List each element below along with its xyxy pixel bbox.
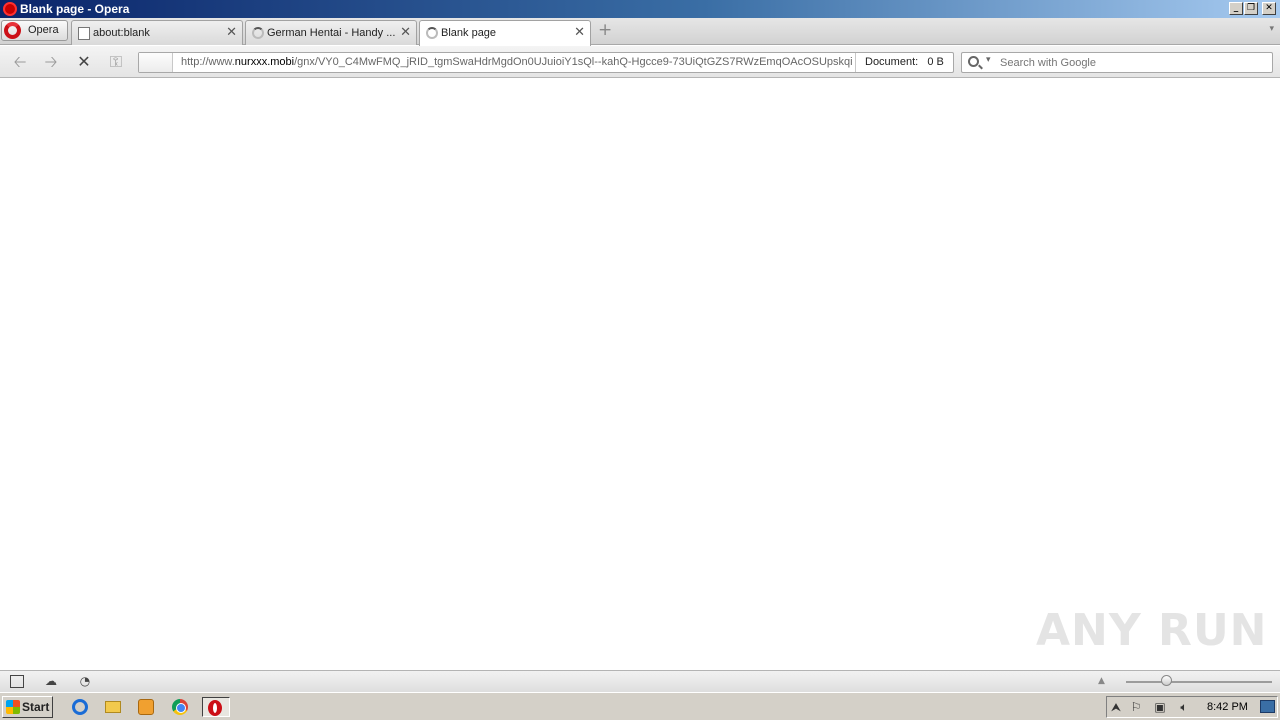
panel-toggle-icon[interactable] [10,675,24,688]
volume-speaker-icon[interactable]: 🔈︎ [1177,700,1191,714]
speed-dial-gauge-icon[interactable]: ◔ [78,675,92,688]
media-player-icon [138,699,154,715]
start-label: Start [22,700,50,714]
taskbar-internet-explorer[interactable] [69,697,91,717]
document-label: Document: [865,56,919,68]
action-center-flag-icon[interactable]: ⚐ [1129,700,1143,714]
windows-logo-icon [6,700,20,714]
taskbar-chrome[interactable] [169,697,191,717]
navigation-bar: 🡠 🡢 ✕ ⚿ http://www.nurxxx.mobi/gnx/VY0_C… [0,46,1280,78]
page-content [0,79,1280,670]
taskbar-file-explorer[interactable] [102,697,124,717]
tab-close-icon[interactable]: ✕ [574,25,585,40]
document-size-value: 0 B [927,56,944,68]
opera-menu-button[interactable]: Opera [1,20,68,41]
tab-close-icon[interactable]: ✕ [400,25,411,40]
start-button[interactable]: Start [2,696,53,718]
ie-icon [72,699,88,715]
loading-spinner-icon [426,27,438,39]
url-path: /gnx/VY0_C4MwFMQ_jRID_tgmSwaHdrMgdOn0UJu… [294,56,853,68]
tab-menu-chevron-icon[interactable]: ▾ [1269,24,1274,34]
network-icon[interactable]: ▣ [1153,700,1167,714]
search-box[interactable]: ▾ [961,52,1273,73]
taskbar-opera[interactable] [202,697,230,717]
opera-unite-cloud-icon[interactable]: ☁ [44,675,58,688]
system-tray: ⮝ ⚐ ▣ 🔈︎ 8:42 PM [1106,696,1278,718]
opera-logo-icon [4,22,21,39]
tab-label: about:blank [93,27,150,39]
key-wand-icon[interactable]: ⚿ [106,52,126,72]
tab-label: German Hentai - Handy ... [267,27,396,39]
show-desktop-icon[interactable] [1260,700,1275,713]
folder-icon [105,701,121,713]
tab-label: Blank page [441,27,497,39]
url-scheme: http://www. [181,56,235,68]
zoom-slider-knob[interactable] [1161,675,1173,686]
site-info-badge[interactable] [139,53,173,72]
taskbar-media-player[interactable] [135,697,157,717]
anyrun-watermark: ANY RUN [1036,605,1268,656]
search-input[interactable] [1000,54,1268,71]
zoom-slider-track[interactable] [1126,681,1272,683]
close-window-button[interactable]: ✕ [1262,2,1276,15]
tab-german-hentai[interactable]: German Hentai - Handy ... ✕ [245,20,417,45]
zoom-up-arrow-icon[interactable]: ▲ [1098,676,1105,686]
back-arrow-icon[interactable]: 🡠 [10,52,30,72]
tab-about-blank[interactable]: about:blank ✕ [71,20,243,45]
window-title: Blank page - Opera [20,2,130,16]
search-engine-dropdown-icon[interactable]: ▾ [986,55,991,65]
tab-close-icon[interactable]: ✕ [226,25,237,40]
window-title-bar[interactable]: Blank page - Opera _ ❐ ✕ [0,0,1280,18]
status-bar: ☁ ◔ ▲ [0,670,1280,692]
chrome-icon [172,699,188,715]
minimize-button[interactable]: _ [1229,2,1243,15]
tab-blank-page[interactable]: Blank page ✕ [419,20,591,46]
loading-spinner-icon [252,27,264,39]
opera-icon [208,700,222,716]
opera-menu-label: Opera [28,24,59,36]
stop-loading-icon[interactable]: ✕ [74,52,94,72]
tray-expand-icon[interactable]: ⮝ [1109,700,1123,714]
search-icon [968,56,979,67]
url-host: nurxxx.mobi [234,56,295,68]
document-size-indicator: Document: 0 B [855,53,953,72]
windows-taskbar: Start ⮝ ⚐ ▣ 🔈︎ 8:42 PM [0,692,1280,720]
restore-button[interactable]: ❐ [1244,2,1258,15]
tab-bar: Opera about:blank ✕ German Hentai - Hand… [0,18,1280,46]
address-field[interactable]: http://www.nurxxx.mobi/gnx/VY0_C4MwFMQ_j… [138,52,954,73]
new-tab-plus-icon[interactable]: + [598,22,612,39]
clock-time[interactable]: 8:42 PM [1207,701,1248,713]
url-text[interactable]: http://www.nurxxx.mobi/gnx/VY0_C4MwFMQ_j… [181,56,853,68]
document-icon [78,27,90,40]
forward-arrow-icon[interactable]: 🡢 [41,52,61,72]
opera-window-icon[interactable] [3,2,17,16]
